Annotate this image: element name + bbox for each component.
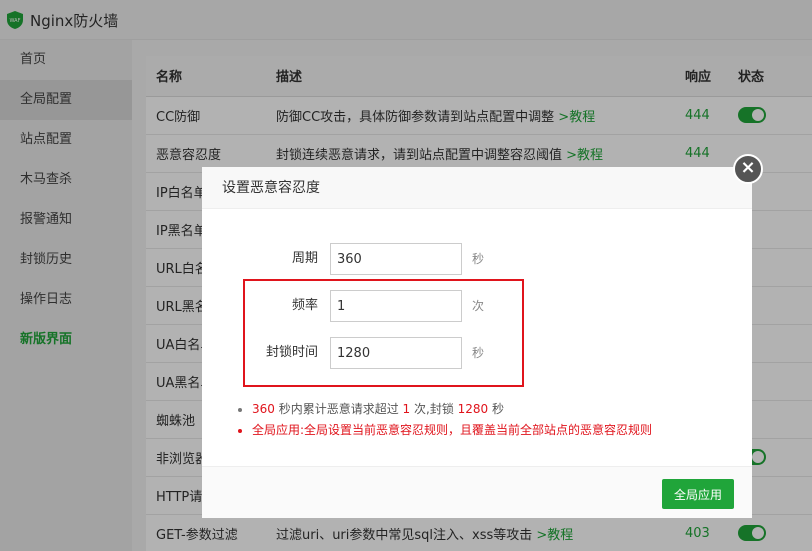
modal-title: 设置恶意容忍度: [202, 167, 752, 209]
cycle-row: 周期 秒: [202, 243, 752, 275]
summary-note: 360 秒内累计恶意请求超过 1 次,封锁 1280 秒: [238, 399, 652, 420]
cycle-label: 周期: [291, 251, 318, 266]
note-text-3: 秒: [488, 402, 505, 416]
modal-notes: 360 秒内累计恶意请求超过 1 次,封锁 1280 秒 全局应用:全局设置当前…: [238, 399, 652, 441]
close-icon[interactable]: ×: [733, 154, 763, 184]
global-apply-note: 全局应用:全局设置当前恶意容忍规则，且覆盖当前全部站点的恶意容忍规则: [238, 420, 652, 441]
global-apply-button[interactable]: 全局应用: [662, 479, 734, 509]
cycle-unit: 秒: [472, 252, 485, 266]
note-text-1: 秒内累计恶意请求超过: [274, 402, 403, 416]
note-cycle-value: 360: [252, 402, 275, 416]
highlight-annotation: [243, 279, 524, 387]
cycle-input[interactable]: [330, 243, 462, 275]
modal-footer: 全局应用: [202, 466, 752, 518]
note-text-2: 次,封锁: [410, 402, 458, 416]
note-block-time-value: 1280: [457, 402, 489, 416]
